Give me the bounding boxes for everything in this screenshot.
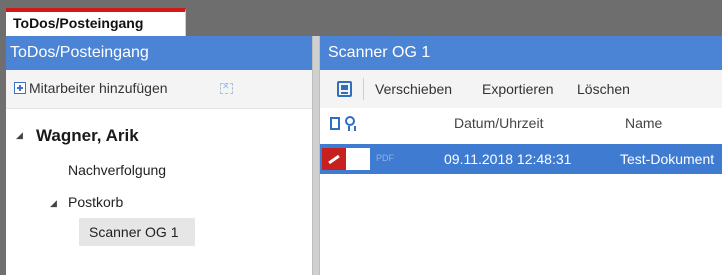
pane-splitter[interactable] [312, 36, 320, 275]
row-name: Test-Dokument [620, 151, 715, 167]
scan-icon[interactable] [337, 81, 352, 97]
page-icon[interactable] [330, 117, 340, 130]
export-button[interactable]: Exportieren [482, 81, 554, 97]
collapse-arrow-icon[interactable]: ◢ [16, 130, 23, 141]
column-header: Datum/Uhrzeit Name [320, 108, 722, 138]
move-button[interactable]: Verschieben [375, 81, 452, 97]
file-type-label: PDF [376, 153, 394, 163]
tab-todos-posteingang[interactable]: ToDos/Posteingang [6, 8, 186, 36]
tab-label: ToDos/Posteingang [13, 15, 144, 31]
tree-item-scanner[interactable]: Scanner OG 1 [89, 224, 179, 240]
row-datetime: 09.11.2018 12:48:31 [444, 151, 572, 167]
collapse-arrow-icon[interactable]: ◢ [50, 198, 57, 209]
tree-item-user[interactable]: Wagner, Arik [36, 126, 139, 146]
pdf-thumbnail [322, 148, 346, 170]
left-pane-title: ToDos/Posteingang [6, 36, 312, 70]
column-datetime[interactable]: Datum/Uhrzeit [454, 115, 543, 131]
column-name[interactable]: Name [625, 115, 662, 131]
toolbar-divider [363, 78, 364, 100]
right-pane-title: Scanner OG 1 [320, 36, 722, 70]
tree-item-inbox[interactable]: Postkorb [68, 194, 123, 210]
add-employee-button[interactable]: Mitarbeiter hinzufügen [29, 80, 168, 96]
pdf-icon [322, 148, 370, 170]
main-frame: ToDos/Posteingang Mitarbeiter hinzufügen… [6, 36, 722, 275]
badge-icon[interactable] [345, 116, 356, 131]
right-pane: Scanner OG 1 Verschieben Exportieren Lös… [320, 36, 722, 275]
right-toolbar: Verschieben Exportieren Löschen [320, 70, 722, 109]
tab-strip: ToDos/Posteingang [0, 0, 722, 36]
left-toolbar: Mitarbeiter hinzufügen [6, 70, 312, 109]
table-row[interactable]: PDF 09.11.2018 12:48:31 Test-Dokument [320, 144, 722, 174]
delete-button[interactable]: Löschen [577, 81, 630, 97]
plus-icon[interactable] [14, 82, 26, 94]
tree-item-tracking[interactable]: Nachverfolgung [68, 162, 166, 178]
left-pane: ToDos/Posteingang Mitarbeiter hinzufügen… [6, 36, 312, 275]
remove-icon[interactable] [220, 81, 233, 94]
